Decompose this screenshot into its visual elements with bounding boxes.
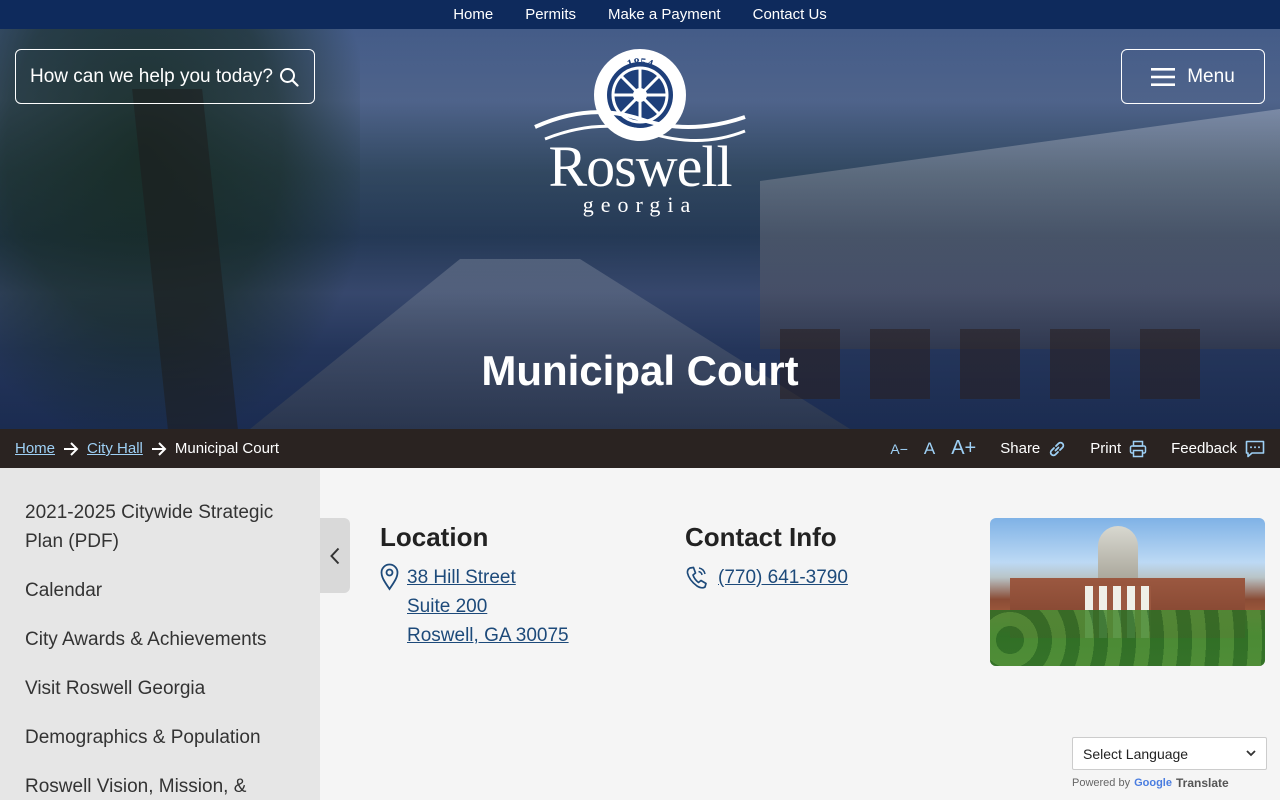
powered-by-text: Powered by: [1072, 777, 1131, 789]
menu-label: Menu: [1187, 65, 1235, 87]
font-default-button[interactable]: A: [924, 439, 935, 459]
font-decrease-button[interactable]: A−: [890, 441, 908, 457]
language-select[interactable]: Select Language: [1072, 737, 1267, 770]
hero-photo-storefronts: [760, 109, 1280, 349]
print-button[interactable]: Print: [1090, 440, 1147, 458]
address-line-suite[interactable]: Suite 200: [407, 592, 569, 621]
font-size-controls: A− A A+: [890, 437, 976, 460]
logo-year: 1854: [625, 55, 655, 71]
arrow-right-icon: [64, 441, 79, 456]
search-input[interactable]: How can we help you today?: [30, 66, 278, 88]
site-search-box[interactable]: How can we help you today?: [15, 49, 315, 104]
print-label: Print: [1090, 440, 1122, 457]
topnav-contact-us[interactable]: Contact Us: [753, 6, 827, 23]
feedback-button[interactable]: Feedback: [1171, 440, 1265, 458]
city-hall-photo: [990, 518, 1265, 666]
search-icon[interactable]: [278, 66, 300, 88]
topnav-permits[interactable]: Permits: [525, 6, 576, 23]
link-icon: [1050, 441, 1065, 456]
svg-text:1854: 1854: [625, 55, 655, 71]
photo-trees: [990, 610, 1265, 666]
top-utility-nav: Home Permits Make a Payment Contact Us: [0, 0, 1280, 29]
contact-phone: (770) 641-3790: [685, 563, 848, 592]
address-line-city[interactable]: Roswell, GA 30075: [407, 621, 569, 650]
breadcrumb-bar: Home City Hall Municipal Court A− A A+ S…: [0, 429, 1280, 468]
breadcrumb-home[interactable]: Home: [15, 440, 55, 457]
phone-link[interactable]: (770) 641-3790: [718, 563, 848, 592]
location-heading: Location: [380, 522, 489, 552]
breadcrumb-city-hall[interactable]: City Hall: [87, 440, 143, 457]
sidebar-item-strategic-plan[interactable]: 2021-2025 Citywide Strategic Plan (PDF): [25, 498, 295, 556]
hamburger-icon: [1151, 67, 1176, 86]
sidebar-collapse-button[interactable]: [320, 518, 350, 593]
phone-icon: [686, 566, 707, 589]
share-button[interactable]: Share: [1000, 440, 1066, 458]
logo-wordmark: Roswell: [548, 134, 732, 199]
address-lines: 38 Hill Street Suite 200 Roswell, GA 300…: [407, 563, 569, 650]
page-title: Municipal Court: [481, 347, 799, 394]
address-line-street[interactable]: 38 Hill Street: [407, 563, 569, 592]
share-label: Share: [1000, 440, 1041, 457]
printer-icon: [1129, 440, 1147, 457]
chevron-down-icon: [1246, 750, 1256, 757]
chevron-left-icon: [330, 547, 340, 564]
breadcrumb-current: Municipal Court: [174, 440, 280, 457]
photo-dome: [1098, 526, 1138, 581]
font-increase-button[interactable]: A+: [951, 437, 976, 460]
google-logo-text: Google: [1134, 777, 1172, 789]
logo-subtitle: georgia: [582, 192, 698, 217]
topnav-home[interactable]: Home: [453, 6, 493, 23]
logo-year-ring: 1854: [625, 55, 655, 71]
feedback-label: Feedback: [1171, 440, 1237, 457]
contact-heading: Contact Info: [685, 522, 837, 552]
sidebar-item-vision-mission[interactable]: Roswell Vision, Mission, &: [25, 772, 295, 800]
sidebar-item-city-awards[interactable]: City Awards & Achievements: [25, 625, 295, 654]
sidebar-item-demographics[interactable]: Demographics & Population: [25, 723, 295, 752]
sidebar-nav: 2021-2025 Citywide Strategic Plan (PDF) …: [0, 468, 320, 800]
roswell-logo[interactable]: 1854 Roswell georgia: [530, 47, 750, 222]
language-select-label: Select Language: [1083, 745, 1189, 762]
arrow-right-icon: [151, 441, 167, 456]
chat-icon: [1245, 440, 1265, 457]
sidebar-item-calendar[interactable]: Calendar: [25, 576, 295, 605]
translate-link[interactable]: Translate: [1176, 776, 1229, 790]
page-tools: A− A A+ Share Print Feedback: [890, 437, 1265, 460]
location-address: 38 Hill Street Suite 200 Roswell, GA 300…: [380, 563, 569, 650]
menu-button[interactable]: Menu: [1121, 49, 1265, 104]
google-translate-attribution: Powered by Google Translate: [1072, 776, 1229, 790]
breadcrumb: Home City Hall Municipal Court: [15, 440, 890, 457]
topnav-make-a-payment[interactable]: Make a Payment: [608, 6, 721, 23]
map-pin-icon: [380, 563, 399, 591]
hero-banner: How can we help you today? 1854 Roswell …: [0, 29, 1280, 429]
sidebar-item-visit-roswell[interactable]: Visit Roswell Georgia: [25, 674, 295, 703]
